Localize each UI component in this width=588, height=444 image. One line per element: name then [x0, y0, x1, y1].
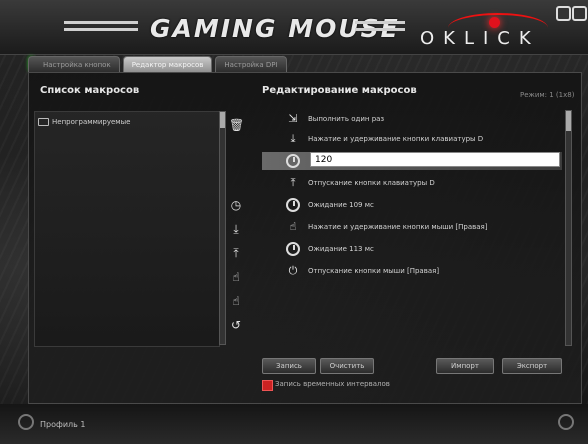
tab-bar: Настройка кнопок Редактор макросов Настр…	[28, 56, 290, 73]
title-bar: GAMING MOUSE OKLICK	[0, 0, 588, 55]
export-button[interactable]: Экспорт	[502, 358, 562, 374]
clock-icon	[286, 154, 300, 168]
key-up-icon[interactable]: ⤒	[229, 246, 243, 260]
key-down-icon[interactable]: ⤓	[229, 222, 243, 236]
macro-list-item[interactable]: Непрограммируемые	[38, 118, 130, 126]
macro-list-header: Список макросов	[40, 85, 140, 96]
corner-ornament-icon	[18, 414, 34, 430]
title-decoration-right	[355, 21, 405, 24]
macro-editor-header: Редактирование макросов	[262, 85, 417, 96]
bottom-bar	[0, 404, 588, 444]
macro-step[interactable]: Ожидание 109 мс	[262, 196, 562, 214]
loop-icon[interactable]: ↺	[229, 318, 243, 332]
import-button[interactable]: Импорт	[436, 358, 494, 374]
cursor-icon: ⇲	[288, 112, 298, 125]
macro-step[interactable]: ☝ Нажатие и удерживание кнопки мыши [Прав…	[262, 218, 562, 236]
mouse-down-icon: ☝	[289, 220, 297, 233]
title-decoration-left	[64, 21, 138, 24]
tab-macros[interactable]: Редактор макросов	[122, 56, 213, 73]
status-text: Профиль 1	[40, 420, 86, 429]
macro-step[interactable]: ⤒ Отпускание кнопки клавиатуры D	[262, 174, 562, 192]
tab-buttons[interactable]: Настройка кнопок	[28, 56, 120, 73]
title-decoration-right	[355, 28, 405, 31]
folder-icon	[38, 118, 49, 126]
record-intervals-checkbox[interactable]	[262, 380, 273, 391]
scroll-thumb[interactable]	[220, 112, 225, 128]
tab-dpi[interactable]: Настройка DPI	[215, 56, 287, 73]
trash-icon[interactable]: 🗑	[229, 118, 244, 132]
clear-button[interactable]: Очистить	[320, 358, 374, 374]
macro-step[interactable]: ⇲ Выполнить один раз	[262, 110, 562, 128]
record-button[interactable]: Запись	[262, 358, 316, 374]
mode-summary: Режим: 1 (1x8)	[520, 91, 575, 99]
clock-icon	[286, 198, 300, 212]
record-intervals-label: Запись временных интервалов	[275, 380, 390, 388]
key-up-icon: ⤒	[290, 176, 296, 189]
macro-step-list: ⇲ Выполнить один раз ⤓ Нажатие и удерживан…	[262, 110, 564, 344]
brand-dot	[489, 17, 500, 28]
macro-step[interactable]: Ожидание 113 мс	[262, 240, 562, 258]
macro-list-scrollbar[interactable]	[219, 111, 226, 345]
minimize-button[interactable]	[556, 6, 571, 21]
mouse-up-icon: ⏻	[288, 264, 298, 277]
mouse-down-icon[interactable]: ☝	[229, 270, 243, 284]
macro-step[interactable]: ⤓ Нажатие и удерживание кнопки клавиатуры…	[262, 130, 562, 148]
macro-list[interactable]	[34, 111, 220, 347]
brand-logo: OKLICK	[420, 28, 540, 49]
macro-editor-scrollbar[interactable]	[565, 110, 572, 346]
delay-input[interactable]: 120	[310, 152, 560, 167]
clock-icon[interactable]: ◷	[229, 198, 243, 212]
key-down-icon: ⤓	[290, 132, 296, 145]
corner-ornament-icon	[558, 414, 574, 430]
clock-icon	[286, 242, 300, 256]
mouse-up-icon[interactable]: ☝	[229, 294, 243, 308]
macro-step[interactable]: ⏻ Отпускание кнопки мыши [Правая]	[262, 262, 562, 280]
close-button[interactable]	[572, 6, 587, 21]
title-decoration-left	[64, 28, 138, 31]
scroll-thumb[interactable]	[566, 111, 571, 131]
